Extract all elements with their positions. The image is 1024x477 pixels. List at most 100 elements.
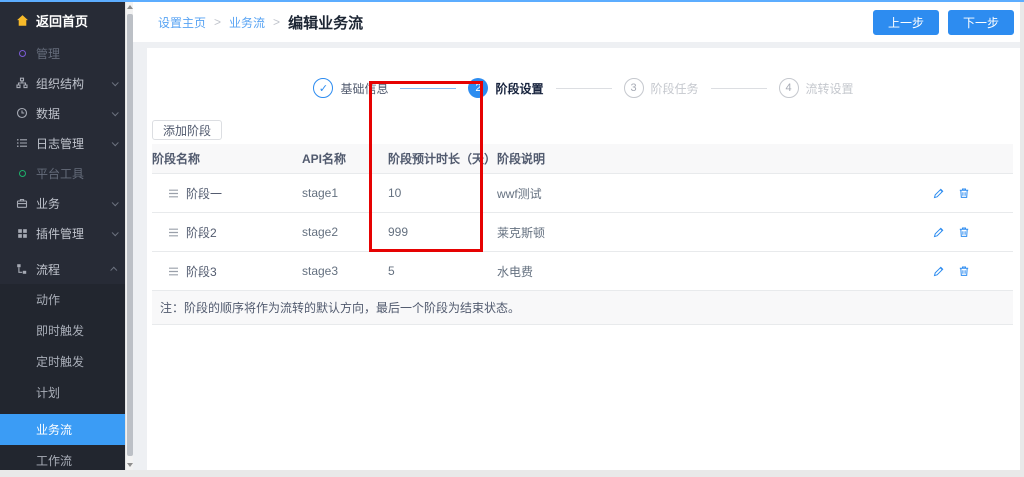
- flow-icon: [14, 263, 30, 275]
- sidebar-subitem-label: 动作: [36, 291, 60, 308]
- stage-duration: 10: [385, 186, 492, 200]
- step-label: 流转设置: [806, 80, 854, 97]
- stage-name: 阶段一: [186, 185, 222, 202]
- step-number: 4: [779, 78, 799, 98]
- sidebar-subitem-workflow[interactable]: 工作流: [0, 445, 125, 470]
- step-label: 阶段设置: [495, 80, 543, 97]
- drag-handle-icon[interactable]: [168, 267, 179, 276]
- page-scrollbar[interactable]: [1020, 2, 1024, 470]
- sidebar-subitem-business-flow[interactable]: 业务流: [0, 414, 125, 445]
- bottom-strip: [0, 470, 1024, 477]
- breadcrumb-separator: >: [273, 15, 280, 29]
- sidebar-item-label: 管理: [36, 45, 60, 62]
- sidebar-subitem-label: 定时触发: [36, 353, 84, 370]
- chevron-down-icon: [112, 199, 119, 206]
- app-window: 返回首页 管理 组织结构 数据 日志管理: [0, 0, 1024, 477]
- sidebar-item-label: 数据: [36, 105, 60, 122]
- sidebar-subitem-action[interactable]: 动作: [0, 284, 125, 315]
- sidebar: 返回首页 管理 组织结构 数据 日志管理: [0, 2, 125, 470]
- delete-button[interactable]: [958, 265, 970, 277]
- stage-table: 阶段名称 API名称 阶段预计时长（天） 阶段说明 阶段一 stage1 10 …: [152, 144, 1013, 325]
- breadcrumb-link-business-flow[interactable]: 业务流: [229, 14, 265, 31]
- api-name: stage3: [300, 264, 385, 278]
- table-row: 阶段2 stage2 999 莱克斯顿: [152, 213, 1013, 252]
- sidebar-item-platform-tools[interactable]: 平台工具: [0, 158, 125, 188]
- prev-step-button[interactable]: 上一步: [873, 10, 939, 35]
- sidebar-item-label: 插件管理: [36, 225, 84, 242]
- sidebar-item-org-structure[interactable]: 组织结构: [0, 68, 125, 98]
- step-label: 阶段任务: [651, 80, 699, 97]
- sidebar-item-label: 组织结构: [36, 75, 84, 92]
- sidebar-subitem-label: 计划: [36, 384, 60, 401]
- stepper: ✓ 基础信息 2 阶段设置 3 阶段任务 4 流转设置: [147, 48, 1020, 98]
- sidebar-scrollbar[interactable]: [125, 2, 133, 470]
- sidebar-item-label: 流程: [36, 261, 60, 278]
- drag-handle-icon[interactable]: [168, 189, 179, 198]
- table-row: 阶段3 stage3 5 水电费: [152, 252, 1013, 291]
- log-list-icon: [14, 137, 30, 149]
- delete-button[interactable]: [958, 226, 970, 238]
- sidebar-home-label: 返回首页: [36, 11, 88, 30]
- sidebar-submenu: 动作 即时触发 定时触发 计划 业务流 工作流: [0, 284, 125, 470]
- step-basic-info: ✓ 基础信息: [313, 78, 388, 98]
- chevron-down-icon: [112, 229, 119, 236]
- column-header-description: 阶段说明: [492, 150, 928, 167]
- plugin-grid-icon: [14, 228, 30, 239]
- next-step-button[interactable]: 下一步: [948, 10, 1014, 35]
- sidebar-item-log-management[interactable]: 日志管理: [0, 128, 125, 158]
- step-connector: [711, 88, 767, 89]
- chevron-up-icon: [110, 266, 117, 273]
- step-stage-tasks: 3 阶段任务: [624, 78, 699, 98]
- api-name: stage1: [300, 186, 385, 200]
- stage-description: wwf测试: [492, 185, 928, 202]
- briefcase-icon: [14, 197, 30, 209]
- header-buttons: 上一步 下一步: [864, 10, 1014, 35]
- step-number: 3: [624, 78, 644, 98]
- edit-button[interactable]: [933, 187, 945, 199]
- top-accent-bar: [0, 0, 1024, 2]
- step-connector: [400, 88, 456, 89]
- sidebar-item-data[interactable]: 数据: [0, 98, 125, 128]
- drag-handle-icon[interactable]: [168, 228, 179, 237]
- sidebar-item-business[interactable]: 业务: [0, 188, 125, 218]
- column-header-duration: 阶段预计时长（天）: [385, 150, 492, 167]
- column-header-api-name: API名称: [300, 150, 385, 167]
- sidebar-subitem-label: 即时触发: [36, 322, 84, 339]
- edit-button[interactable]: [933, 265, 945, 277]
- chevron-down-icon: [112, 109, 119, 116]
- clock-icon: [14, 107, 30, 119]
- sidebar-subitem-timed-trigger[interactable]: 定时触发: [0, 346, 125, 377]
- table-note: 注：阶段的顺序将作为流转的默认方向，最后一个阶段为结束状态。: [152, 291, 1013, 325]
- sidebar-item-label: 平台工具: [36, 165, 84, 182]
- sidebar-subitem-label: 工作流: [36, 452, 72, 469]
- sidebar-item-plugin-management[interactable]: 插件管理: [0, 218, 125, 248]
- stage-duration: 5: [385, 264, 492, 278]
- step-number: 2: [468, 78, 488, 98]
- breadcrumb-link-settings-home[interactable]: 设置主页: [158, 14, 206, 31]
- sidebar-item-home[interactable]: 返回首页: [0, 2, 125, 38]
- add-stage-button[interactable]: 添加阶段: [152, 120, 222, 140]
- sidebar-subitem-plan[interactable]: 计划: [0, 377, 125, 408]
- scroll-down-icon[interactable]: [127, 463, 133, 467]
- scrollbar-thumb[interactable]: [127, 14, 133, 456]
- table-row: 阶段一 stage1 10 wwf测试: [152, 174, 1013, 213]
- sidebar-item-label: 日志管理: [36, 135, 84, 152]
- sidebar-item-admin[interactable]: 管理: [0, 38, 125, 68]
- step-stage-setup: 2 阶段设置: [468, 78, 543, 98]
- column-header-stage-name: 阶段名称: [152, 150, 300, 167]
- chevron-down-icon: [112, 139, 119, 146]
- sidebar-subitem-instant-trigger[interactable]: 即时触发: [0, 315, 125, 346]
- stage-name: 阶段2: [186, 224, 217, 241]
- edit-button[interactable]: [933, 226, 945, 238]
- sidebar-subitem-label: 业务流: [36, 421, 72, 438]
- chevron-down-icon: [112, 79, 119, 86]
- stage-name: 阶段3: [186, 263, 217, 280]
- step-check-icon: ✓: [313, 78, 333, 98]
- content-card: ✓ 基础信息 2 阶段设置 3 阶段任务 4 流转设置: [147, 48, 1020, 470]
- scroll-up-icon[interactable]: [127, 5, 133, 9]
- sidebar-item-process[interactable]: 流程: [0, 254, 125, 284]
- delete-button[interactable]: [958, 187, 970, 199]
- header-bar: 设置主页 > 业务流 > 编辑业务流 上一步 下一步: [133, 2, 1024, 42]
- stage-description: 莱克斯顿: [492, 224, 928, 241]
- breadcrumb-current: 编辑业务流: [288, 12, 363, 33]
